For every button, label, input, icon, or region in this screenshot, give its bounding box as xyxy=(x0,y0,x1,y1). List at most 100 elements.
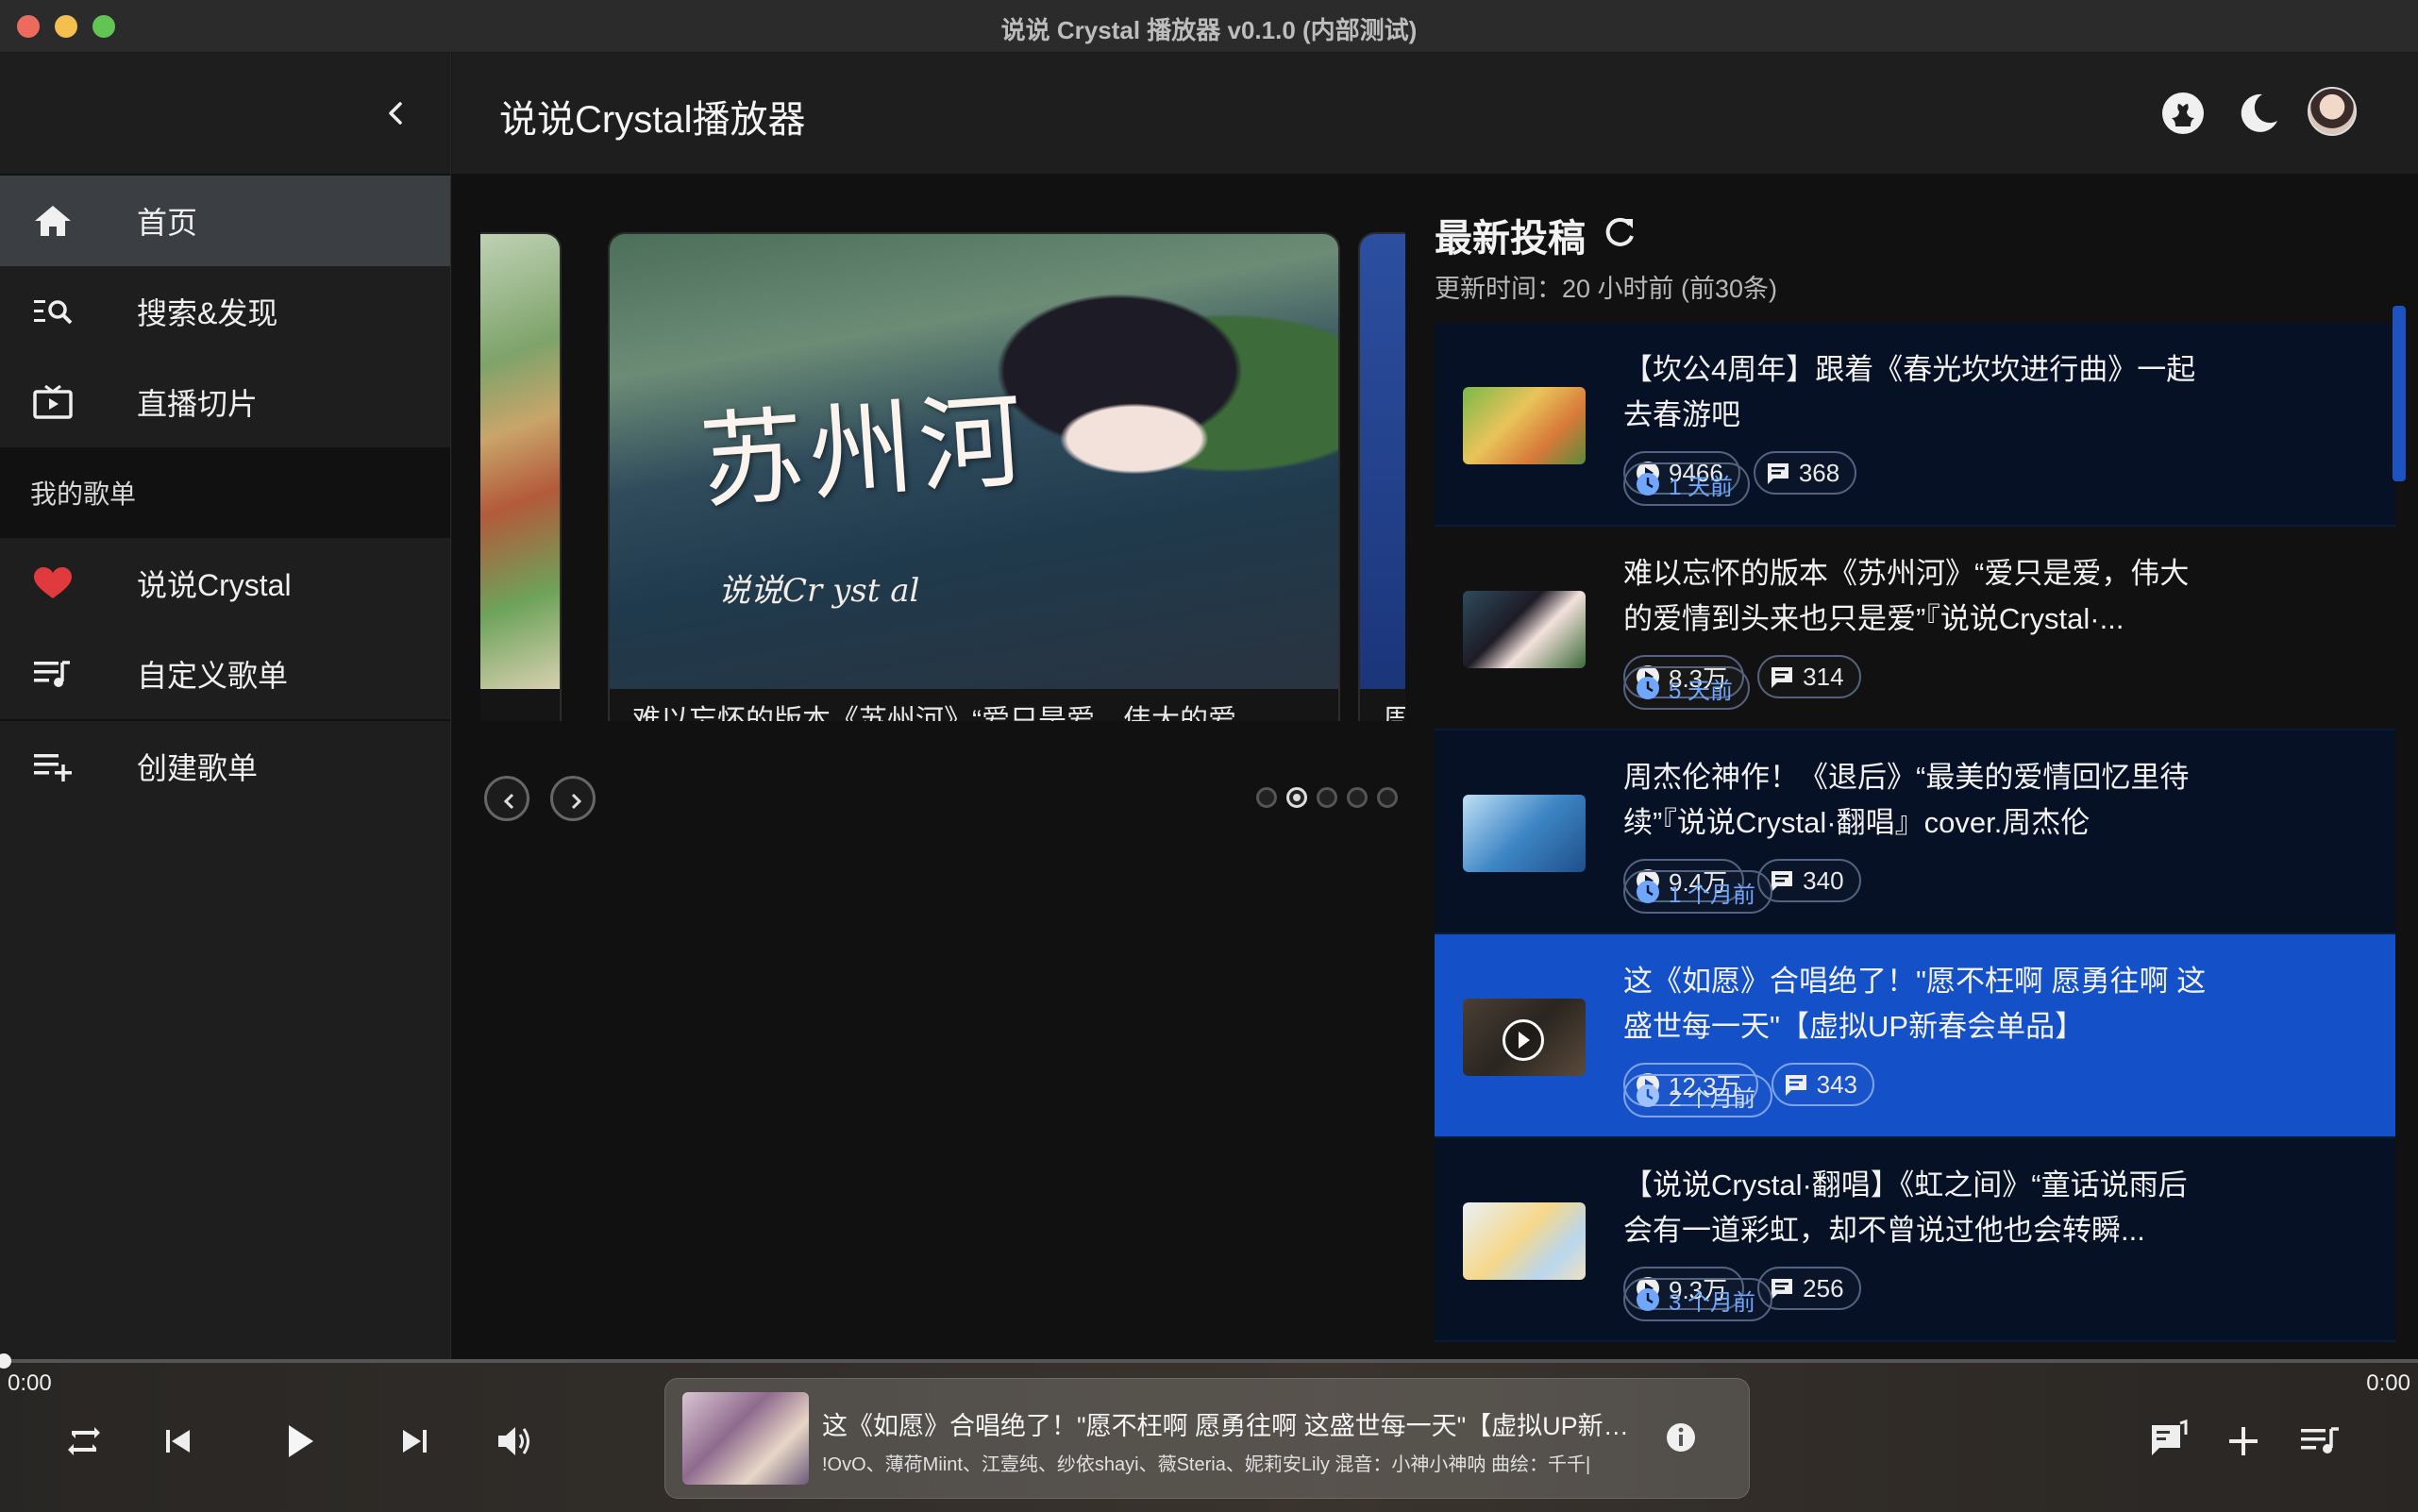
list-item[interactable]: 难以忘怀的版本《苏州河》“爱只是爱，伟大的爱情到头来也只是爱”『说说Crysta… xyxy=(1435,527,2395,731)
post-comments: 314 xyxy=(1803,662,1844,691)
add-icon[interactable] xyxy=(2220,1418,2267,1465)
home-icon xyxy=(35,206,71,236)
create-playlist-label: 创建歌单 xyxy=(137,751,259,785)
play-icon[interactable] xyxy=(276,1418,323,1465)
avatar[interactable] xyxy=(2308,87,2357,136)
latest-posts-updated: 更新时间：20 小时前 (前30条) xyxy=(1435,275,1778,303)
now-playing-cover xyxy=(682,1392,809,1485)
clock-icon xyxy=(1637,1084,1659,1107)
queue-icon[interactable] xyxy=(2295,1418,2342,1465)
search-list-icon xyxy=(34,300,73,325)
cover-image xyxy=(1360,234,1405,689)
playlist-add-icon xyxy=(34,754,72,781)
next-track-icon[interactable] xyxy=(391,1418,438,1465)
carousel-card[interactable]: 周杰 xyxy=(1358,232,1405,721)
sidebar-item-label: 说说Crystal xyxy=(137,568,292,602)
now-playing-icon xyxy=(1503,1019,1544,1061)
sidebar-item-label: 直播切片 xyxy=(137,387,259,421)
carousel-prev-button[interactable] xyxy=(484,776,529,821)
post-comments: 343 xyxy=(1816,1069,1857,1099)
sidebar-item-label: 自定义歌单 xyxy=(137,659,289,693)
sidebar-item-playlist-crystal[interactable]: 说说Crystal xyxy=(0,538,450,629)
carousel-pagination xyxy=(1256,787,1398,808)
heart-icon xyxy=(34,567,72,598)
list-item[interactable]: 【说说Crystal·翻唱】《虹之间》“童话说雨后会有一道彩虹，却不曾说过他也会… xyxy=(1435,1138,2395,1342)
carousel-card-active[interactable]: 苏州河 说说Cr yst al 难以忘怀的版本《苏州河》“爱只是爱，伟大的爱..… xyxy=(608,232,1340,721)
chevron-right-icon xyxy=(571,793,582,810)
comment-icon xyxy=(1785,1075,1806,1096)
post-comments: 256 xyxy=(1803,1273,1844,1302)
repeat-icon[interactable] xyxy=(60,1418,108,1465)
carousel-card[interactable]: 春... xyxy=(480,232,562,721)
time-chip: 2 个月前 xyxy=(1623,1074,1773,1117)
carousel-caption: 春... xyxy=(480,697,537,721)
cover-subtitle-art: 说说Cr yst al xyxy=(718,572,920,610)
post-comments: 340 xyxy=(1803,865,1844,895)
clock-icon xyxy=(1637,473,1659,496)
sidebar-item-search[interactable]: 搜索&发现 xyxy=(0,266,450,357)
post-thumbnail xyxy=(1463,795,1586,872)
chevron-left-icon xyxy=(503,793,514,810)
sidebar: 首页 搜索&发现 直播切片 我的歌单 说说Crystal 自定义歌单 创建歌单 xyxy=(0,53,451,1359)
playlist-icon xyxy=(34,661,70,687)
latest-posts-title: 最新投稿 xyxy=(1435,218,1586,260)
live-tv-icon xyxy=(33,385,73,419)
posts-list: 【坎公4周年】跟着《春光坎坎进行曲》一起去春游吧 1 天前 9466 368 难… xyxy=(1435,323,2395,1342)
carousel-dot[interactable] xyxy=(1347,787,1368,808)
github-icon[interactable] xyxy=(2158,89,2208,138)
volume-icon[interactable] xyxy=(491,1418,538,1465)
cover-image xyxy=(480,234,560,689)
sidebar-item-live-clips[interactable]: 直播切片 xyxy=(0,357,450,447)
comment-icon xyxy=(1772,1279,1793,1300)
list-item[interactable]: 周杰伦神作！《退后》“最美的爱情回忆里待续”『说说Crystal·翻唱』cove… xyxy=(1435,731,2395,934)
elapsed-time: 0:00 xyxy=(8,1370,52,1396)
progress-handle[interactable] xyxy=(0,1353,11,1369)
now-playing-artists: !OvO、薄荷Miint、江壹纯、纱依shayi、薇Steria、妮莉安Lily… xyxy=(822,1454,1591,1475)
list-item-now-playing[interactable]: 这《如愿》合唱绝了！"愿不枉啊 愿勇往啊 这盛世每一天"【虚拟UP新春会单品】 … xyxy=(1435,934,2395,1138)
comments-chip: 314 xyxy=(1757,655,1861,698)
window-titlebar: 说说 Crystal 播放器 v0.1.0 (内部测试) xyxy=(0,0,2418,53)
carousel-caption: 难以忘怀的版本《苏州河》“爱只是爱，伟大的爱... xyxy=(632,705,1260,721)
create-playlist-button[interactable]: 创建歌单 xyxy=(0,721,450,812)
previous-track-icon[interactable] xyxy=(155,1418,202,1465)
carousel-next-button[interactable] xyxy=(550,776,596,821)
post-thumbnail xyxy=(1463,1202,1586,1280)
comment-icon xyxy=(1767,463,1788,484)
post-time: 1 个月前 xyxy=(1669,882,1756,908)
post-time: 1 天前 xyxy=(1669,474,1734,500)
sidebar-header xyxy=(0,53,450,176)
info-icon[interactable] xyxy=(1664,1420,1698,1454)
time-chip: 1 天前 xyxy=(1623,462,1751,506)
carousel-dot-active[interactable] xyxy=(1286,787,1307,808)
sidebar-item-home[interactable]: 首页 xyxy=(0,176,450,266)
lyrics-icon[interactable] xyxy=(2144,1418,2191,1465)
sidebar-item-label: 搜索&发现 xyxy=(137,296,278,330)
latest-posts-panel: 最新投稿 更新时间：20 小时前 (前30条) 【坎公4周年】跟着《春光坎坎进行… xyxy=(1435,174,2418,1359)
total-time: 0:00 xyxy=(2366,1370,2410,1396)
post-comments: 368 xyxy=(1798,458,1840,487)
progress-bar[interactable] xyxy=(0,1353,2418,1369)
post-title: 【坎公4周年】跟着《春光坎坎进行曲》一起去春游吧 xyxy=(1623,353,2196,431)
comments-chip: 340 xyxy=(1757,859,1861,902)
time-chip: 5 天前 xyxy=(1623,666,1751,710)
post-title: 难以忘怀的版本《苏州河》“爱只是爱，伟大的爱情到头来也只是爱”『说说Crysta… xyxy=(1623,557,2190,635)
post-title: 【说说Crystal·翻唱】《虹之间》“童话说雨后会有一道彩虹，却不曾说过他也会… xyxy=(1623,1168,2188,1247)
time-chip: 3 个月前 xyxy=(1623,1278,1773,1321)
comments-chip: 368 xyxy=(1753,451,1857,495)
carousel-dot[interactable] xyxy=(1317,787,1337,808)
sidebar-item-custom-playlist[interactable]: 自定义歌单 xyxy=(0,629,450,719)
posts-scrollbar[interactable] xyxy=(2393,306,2406,481)
now-playing-title: 这《如愿》合唱绝了！"愿不枉啊 愿勇往啊 这盛世每一天"【虚拟UP新春会单... xyxy=(822,1412,1634,1440)
carousel-dot[interactable] xyxy=(1256,787,1277,808)
chevron-left-icon[interactable] xyxy=(378,94,415,132)
list-item[interactable]: 【坎公4周年】跟着《春光坎坎进行曲》一起去春游吧 1 天前 9466 368 xyxy=(1435,323,2395,527)
post-thumbnail xyxy=(1463,591,1586,668)
dark-mode-moon-icon[interactable] xyxy=(2234,89,2283,138)
refresh-icon[interactable] xyxy=(1601,213,1638,251)
now-playing-card[interactable]: 这《如愿》合唱绝了！"愿不枉啊 愿勇往啊 这盛世每一天"【虚拟UP新春会单...… xyxy=(664,1378,1750,1499)
carousel-dot[interactable] xyxy=(1377,787,1398,808)
page-title: 说说Crystal播放器 xyxy=(499,99,806,141)
post-thumbnail xyxy=(1463,387,1586,464)
cover-image: 苏州河 说说Cr yst al xyxy=(610,234,1338,689)
post-title: 这《如愿》合唱绝了！"愿不枉啊 愿勇往啊 这盛世每一天"【虚拟UP新春会单品】 xyxy=(1623,965,2207,1043)
